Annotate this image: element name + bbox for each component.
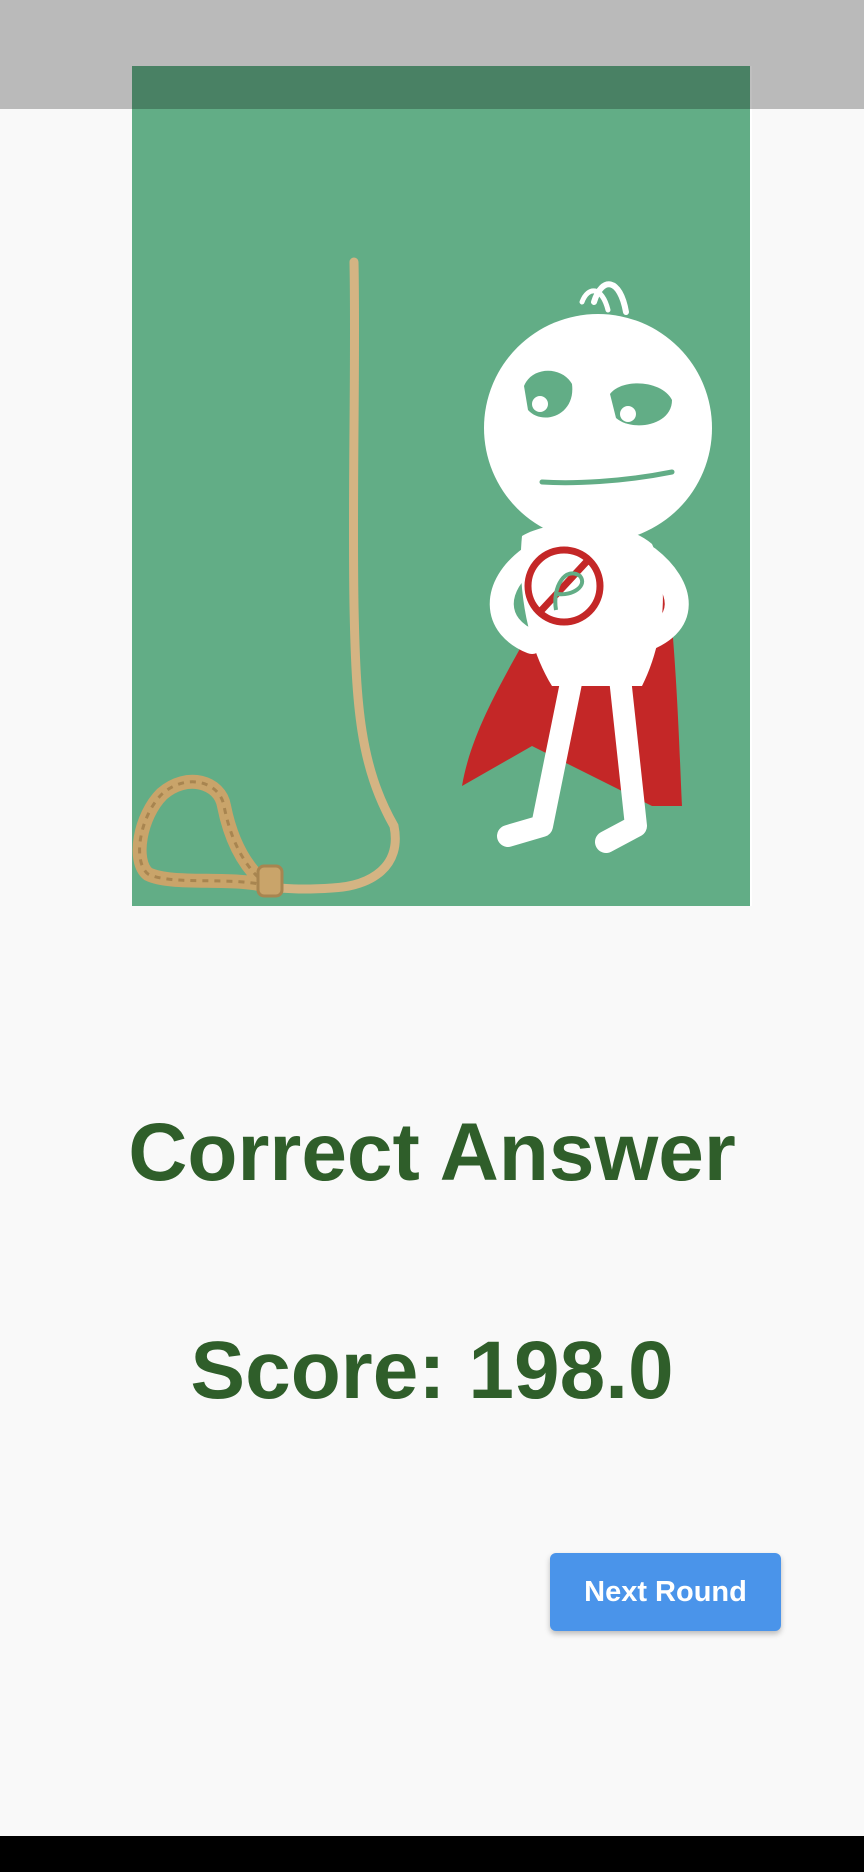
- hangman-illustration-graphic: [132, 66, 752, 906]
- next-round-button[interactable]: Next Round: [550, 1553, 781, 1631]
- hangman-illustration: [132, 66, 752, 906]
- illustration-edge: [750, 66, 752, 906]
- score-display: Score: 198.0: [190, 1325, 674, 1416]
- status-bar-overlay: [0, 0, 864, 109]
- game-result-screen: Correct Answer Score: 198.0 Next Round: [0, 0, 864, 1872]
- result-title: Correct Answer: [128, 1107, 736, 1198]
- system-navigation-bar: [0, 1836, 864, 1872]
